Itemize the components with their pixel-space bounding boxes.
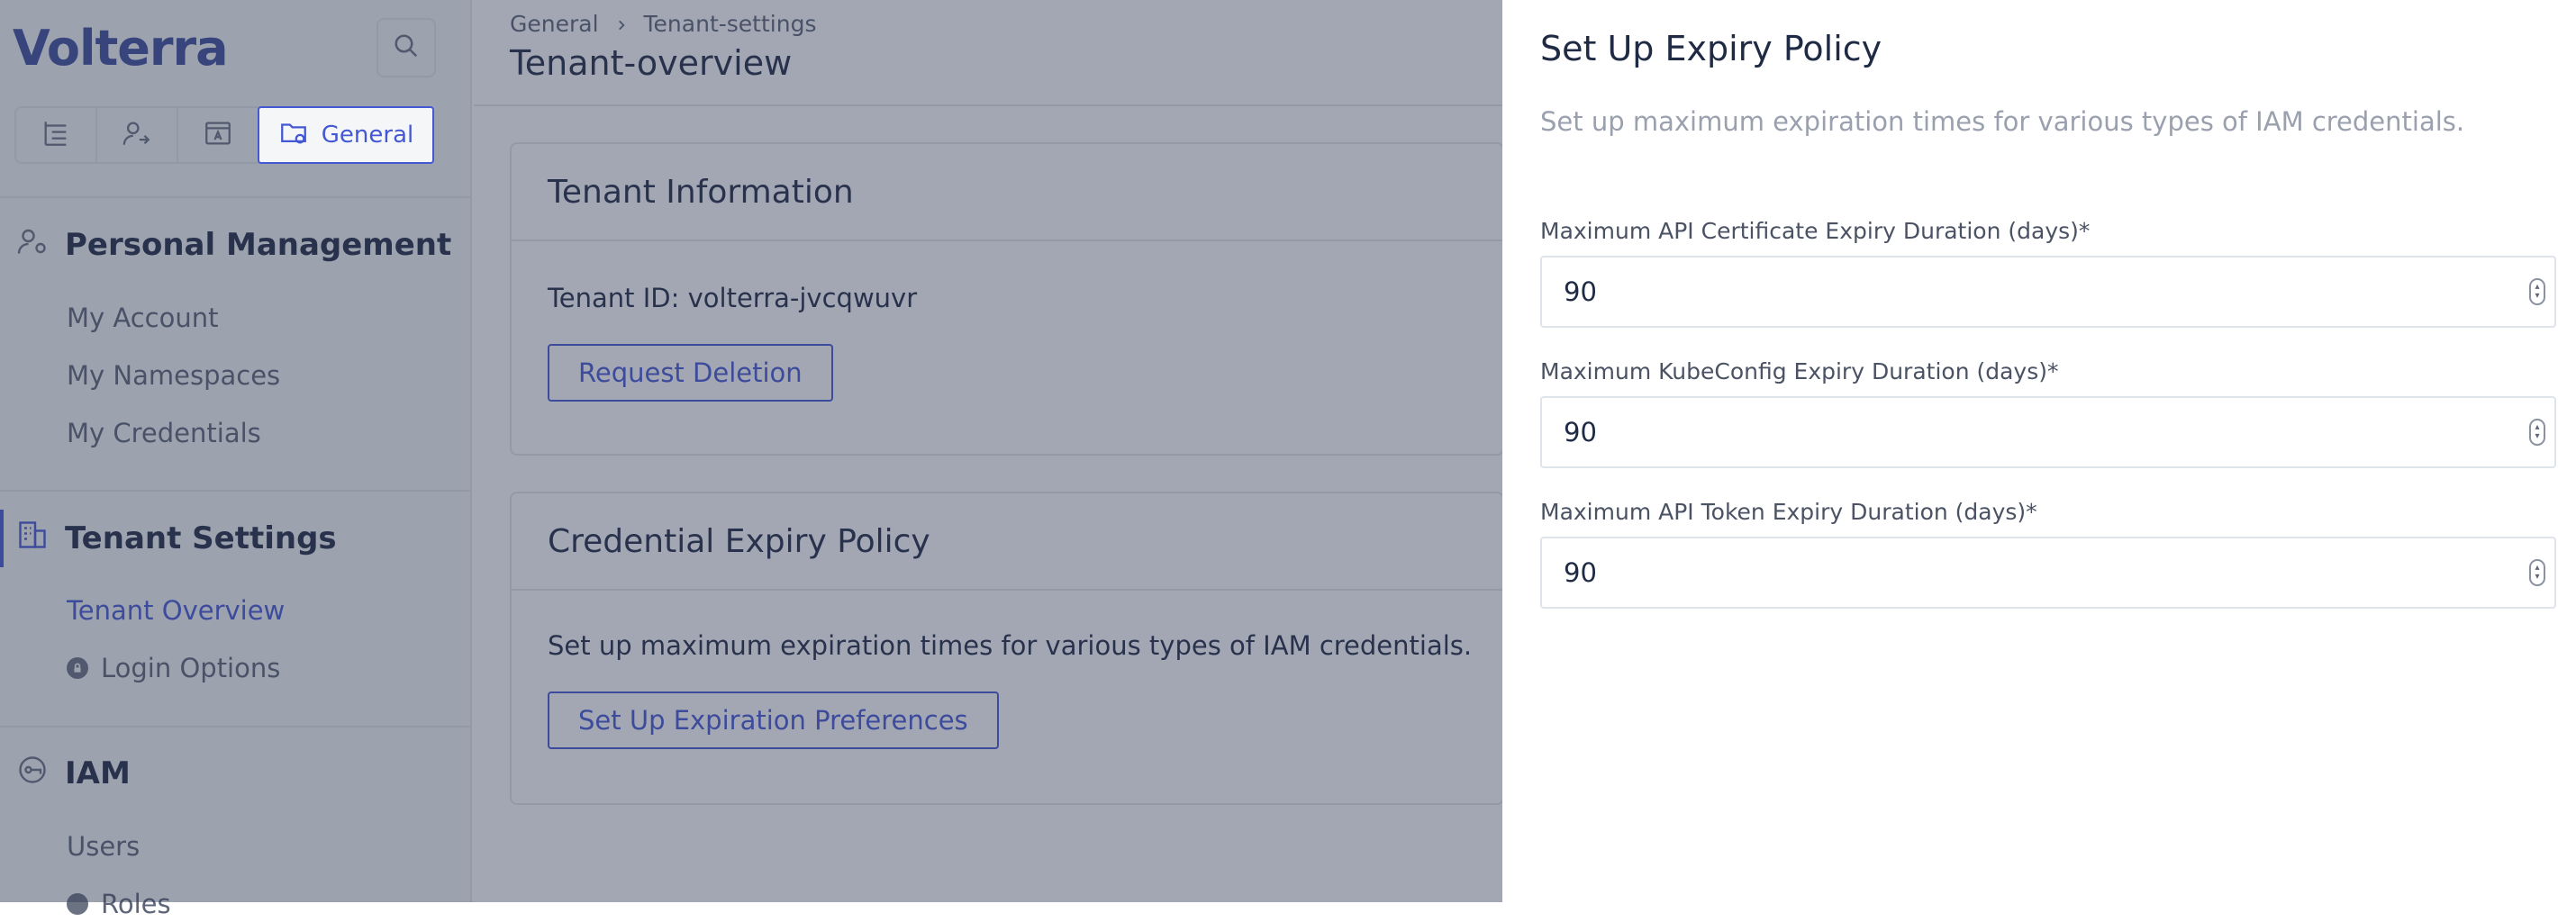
number-stepper-icon[interactable]: ▴ ▾ (2529, 419, 2545, 446)
expiry-policy-drawer: Set Up Expiry Policy Set up maximum expi… (1502, 0, 2576, 902)
modal-overlay[interactable] (0, 0, 1502, 902)
api-token-expiry-label: Maximum API Token Expiry Duration (days)… (1540, 499, 2037, 525)
drawer-description: Set up maximum expiration times for vari… (1540, 106, 2465, 137)
tab-general-label: General (321, 122, 414, 149)
number-stepper-icon[interactable]: ▴ ▾ (2529, 278, 2545, 305)
number-stepper-icon[interactable]: ▴ ▾ (2529, 559, 2545, 586)
kubeconfig-expiry-label: Maximum KubeConfig Expiry Duration (days… (1540, 358, 2059, 384)
folder-gear-icon (278, 117, 309, 154)
tab-general[interactable]: General (258, 106, 434, 164)
api-certificate-expiry-input[interactable] (1540, 256, 2556, 328)
drawer-title: Set Up Expiry Policy (1540, 29, 1882, 68)
kubeconfig-expiry-input[interactable] (1540, 396, 2556, 468)
api-token-expiry-input[interactable] (1540, 537, 2556, 609)
api-certificate-expiry-label: Maximum API Certificate Expiry Duration … (1540, 218, 2091, 244)
